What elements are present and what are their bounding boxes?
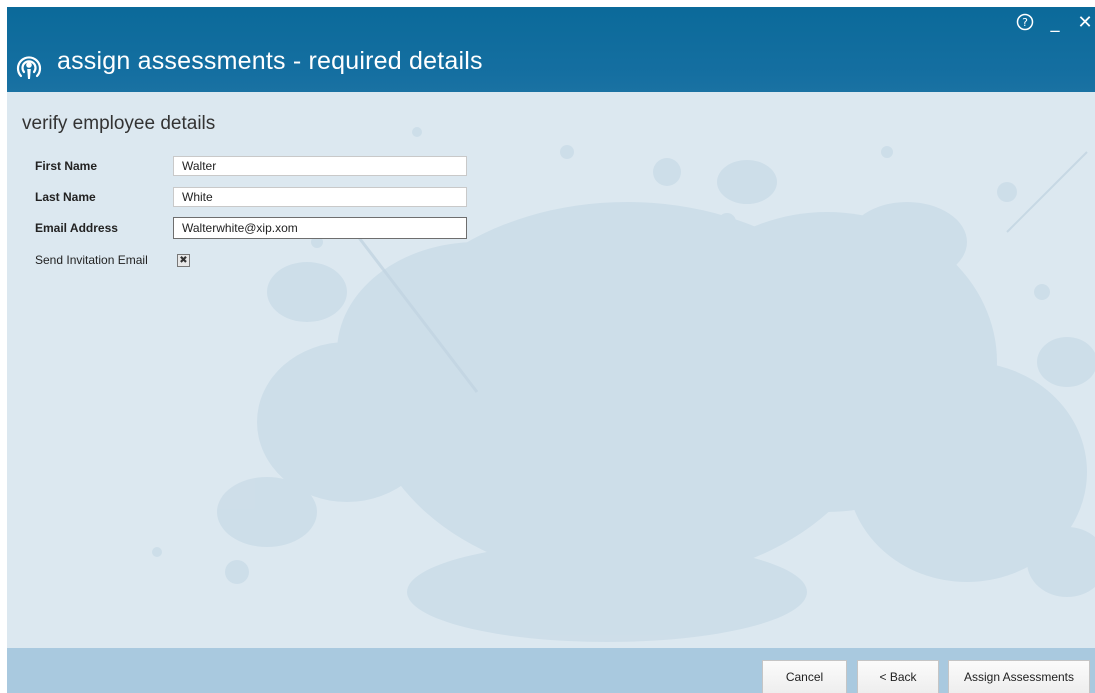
assign-assessments-window: ? _ ✕ assign assessments - required deta… xyxy=(7,7,1095,693)
assign-assessments-button[interactable]: Assign Assessments xyxy=(948,660,1090,693)
cancel-button[interactable]: Cancel xyxy=(762,660,847,693)
email-field[interactable] xyxy=(173,217,467,239)
back-button[interactable]: < Back xyxy=(857,660,939,693)
minimize-icon[interactable]: _ xyxy=(1045,12,1065,33)
last-name-row: Last Name xyxy=(35,186,96,208)
help-icon[interactable]: ? xyxy=(1015,12,1035,32)
email-row: Email Address xyxy=(35,217,118,239)
broadcast-icon xyxy=(13,51,45,83)
last-name-field[interactable] xyxy=(173,187,467,207)
checkbox-check-icon: ✖ xyxy=(179,254,188,266)
send-invitation-checkbox[interactable]: ✖ xyxy=(177,254,190,267)
content-area: verify employee details First Name Last … xyxy=(7,92,1095,648)
footer-bar: Cancel < Back Assign Assessments xyxy=(7,648,1095,693)
window-title: assign assessments - required details xyxy=(57,47,483,75)
first-name-label: First Name xyxy=(35,159,98,173)
background-splatter xyxy=(152,127,1095,642)
window-controls: ? _ ✕ xyxy=(1015,11,1095,33)
first-name-row: First Name xyxy=(35,155,97,177)
send-invitation-label: Send Invitation Email xyxy=(35,253,148,267)
section-title: verify employee details xyxy=(22,113,216,134)
close-icon[interactable]: ✕ xyxy=(1075,12,1095,33)
email-label: Email Address xyxy=(35,221,118,235)
svg-text:?: ? xyxy=(1022,16,1028,29)
send-invitation-row: Send Invitation Email xyxy=(35,249,148,271)
last-name-label: Last Name xyxy=(35,190,96,204)
title-bar: ? _ ✕ assign assessments - required deta… xyxy=(7,7,1095,92)
first-name-field[interactable] xyxy=(173,156,467,176)
